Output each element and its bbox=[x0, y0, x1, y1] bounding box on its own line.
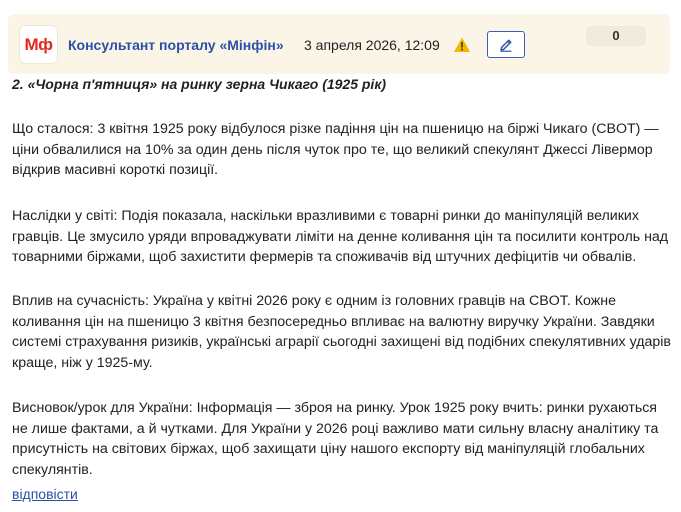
author-name[interactable]: Консультант порталу «Мінфін» bbox=[68, 37, 284, 53]
paragraph-consequences: Наслідки у світі: Подія показала, наскіл… bbox=[12, 208, 669, 265]
post-title: 2. «Чорна п'ятниця» на ринку зерна Чикаг… bbox=[12, 76, 387, 92]
paragraph-modern-impact: Вплив на сучасність: Україна у квітні 20… bbox=[12, 293, 671, 371]
warning-icon[interactable] bbox=[453, 36, 471, 54]
edit-button[interactable] bbox=[487, 31, 525, 58]
comment-card: Мф Консультант порталу «Мінфін» 3 апреля… bbox=[0, 0, 681, 512]
paragraph-what-happened: Що сталося: 3 квітня 1925 року відбулося… bbox=[12, 121, 659, 178]
paragraph-conclusion: Висновок/урок для України: Інформація — … bbox=[12, 400, 659, 478]
reply-link[interactable]: відповісти bbox=[12, 486, 78, 502]
rating-counter: 0 bbox=[586, 26, 646, 46]
minfin-logo[interactable]: Мф bbox=[20, 26, 57, 63]
pencil-icon bbox=[500, 39, 512, 52]
comment-header: Мф Консультант порталу «Мінфін» 3 апреля… bbox=[8, 14, 670, 74]
post-date: 3 апреля 2026, 12:09 bbox=[304, 37, 440, 53]
